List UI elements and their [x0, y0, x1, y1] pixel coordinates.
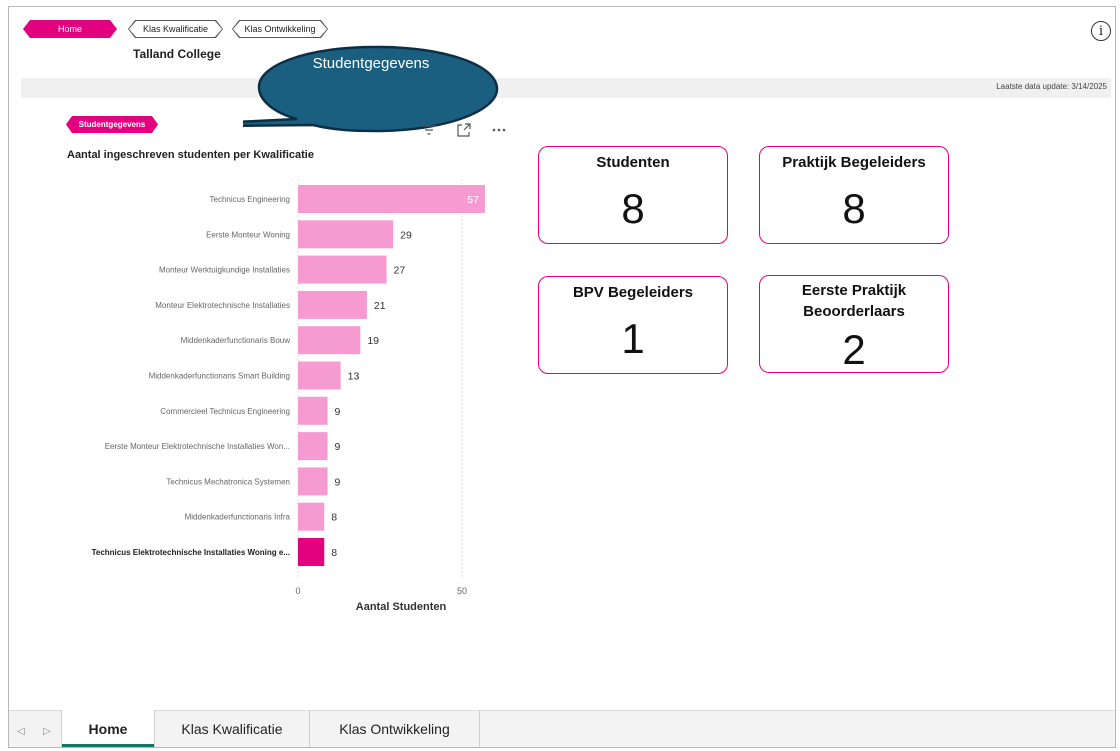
category-label: Technicus Mechatronica Systemen [166, 477, 290, 486]
tab-klas-kwalificatie[interactable]: Klas Kwalificatie [155, 710, 310, 747]
bar [298, 255, 387, 284]
bar [298, 361, 341, 390]
card-value: 2 [842, 326, 866, 373]
report-canvas: Home Klas Kwalificatie Klas Ontwikkeling… [8, 6, 1116, 748]
data-label: 9 [335, 406, 341, 418]
card-praktijk-begeleiders: Praktijk Begeleiders 8 [759, 146, 949, 244]
card-value: 8 [621, 185, 645, 232]
data-label: 57 [467, 194, 479, 206]
card-value: 8 [842, 185, 866, 232]
info-icon[interactable]: i [1091, 21, 1111, 41]
data-label: 8 [331, 547, 337, 559]
card-value: 1 [621, 315, 645, 362]
card-title: Praktijk Begeleiders [782, 154, 926, 171]
tab-klas-ontwikkeling[interactable]: Klas Ontwikkeling [310, 710, 480, 747]
category-label: Technicus Engineering [210, 195, 291, 204]
tab-home[interactable]: Home [61, 710, 155, 747]
data-label: 19 [367, 335, 379, 347]
next-page-icon[interactable]: ▷ [43, 726, 51, 737]
bar-chart: 0 50 Technicus Engineering 57 Eerste Monteur… [92, 179, 485, 613]
bar [298, 220, 394, 249]
bar [298, 538, 325, 566]
data-label: 27 [394, 265, 406, 277]
data-label: 21 [374, 300, 386, 312]
category-label: Middenkaderfunctionaris Infra [185, 513, 291, 522]
category-label: Commercieel Technicus Engineering [160, 407, 290, 416]
card-bpv-begeleiders: BPV Begeleiders 1 [538, 276, 728, 374]
card-studenten: Studenten 8 [538, 146, 728, 244]
card-eerste-praktijk-beoorderlaars: Eerste Praktijk Beoorderlaars 2 [759, 275, 949, 373]
data-label: 8 [331, 512, 337, 524]
category-label: Middenkaderfunctionaris Smart Building [149, 372, 290, 381]
bar [298, 326, 361, 355]
bar [298, 290, 367, 319]
category-label: Technicus Elektrotechnische Installaties… [92, 548, 290, 557]
category-label: Monteur Elektrotechnische Installaties [155, 301, 290, 310]
data-label: 29 [400, 229, 412, 241]
data-label: 13 [348, 371, 360, 383]
bar [298, 502, 325, 531]
bar [298, 432, 328, 461]
x-axis-title: Aantal Studenten [356, 601, 447, 613]
prev-page-icon[interactable]: ◁ [17, 726, 25, 737]
bar [298, 185, 485, 213]
category-label: Monteur Werktuigkundige Installaties [159, 266, 290, 275]
x-tick-label: 50 [457, 586, 467, 596]
card-title: Eerste Praktijk Beoorderlaars [801, 282, 907, 320]
data-label: 9 [335, 441, 341, 453]
bar [298, 396, 328, 425]
card-title: Studenten [596, 154, 670, 171]
last-update-text: Laatste data update: 3/14/2025 [996, 82, 1107, 91]
category-label: Eerste Monteur Elektrotechnische Install… [105, 442, 290, 451]
bar [298, 467, 328, 496]
card-title: BPV Begeleiders [572, 284, 694, 301]
data-label: 9 [335, 476, 341, 488]
x-tick-label: 0 [295, 586, 300, 596]
category-label: Eerste Monteur Woning [206, 230, 290, 239]
category-label: Middenkaderfunctionaris Bouw [181, 336, 291, 345]
